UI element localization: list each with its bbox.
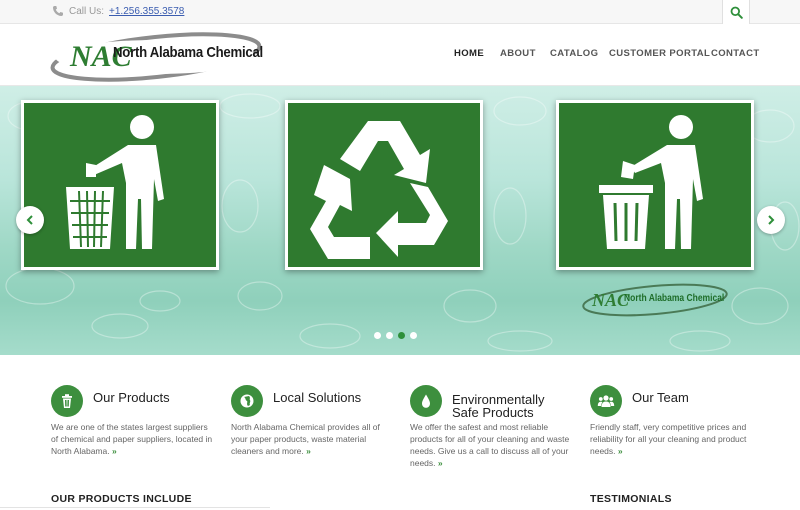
drop-icon <box>410 385 442 417</box>
products-heading: OUR PRODUCTS INCLUDE <box>51 493 192 505</box>
slider-dot-2[interactable] <box>386 332 393 339</box>
chevron-left-icon <box>26 215 33 225</box>
call-us: Call Us: +1.256.355.3578 <box>52 5 184 17</box>
feature-description: North Alabama Chemical provides all of y… <box>231 422 380 456</box>
section-divider <box>0 507 270 508</box>
search-icon <box>730 6 743 19</box>
feature-description: Friendly staff, very competitive prices … <box>590 422 747 456</box>
feature-description: We are one of the states largest supplie… <box>51 422 213 456</box>
feature-title: Our Team <box>632 390 689 405</box>
call-us-label: Call Us: <box>69 5 105 17</box>
feature-title: Environmentally Safe Products <box>452 392 545 420</box>
phone-link[interactable]: +1.256.355.3578 <box>109 6 184 17</box>
brand-name: North Alabama Chemical <box>113 44 263 61</box>
slide-panel-recycle <box>285 100 483 270</box>
phone-icon <box>53 6 63 16</box>
person-trash-basket-icon <box>66 115 164 249</box>
site-header: NAC North Alabama Chemical HOME ABOUT CA… <box>0 24 800 86</box>
person-trash-can-icon <box>599 115 703 249</box>
slider-next-button[interactable] <box>757 206 785 234</box>
nav-catalog[interactable]: CATALOG <box>550 48 598 59</box>
feature-description: We offer the safest and most reliable pr… <box>410 422 570 468</box>
hero-slider: NAC North Alabama Chemical <box>0 86 800 355</box>
team-icon <box>590 385 622 417</box>
nav-contact[interactable]: CONTACT <box>711 48 760 59</box>
globe-icon <box>231 385 263 417</box>
search-button[interactable] <box>722 0 750 24</box>
slider-dot-4[interactable] <box>410 332 417 339</box>
slider-prev-button[interactable] <box>16 206 44 234</box>
slider-watermark-text: North Alabama Chemical <box>624 293 725 304</box>
feature-title: Our Products <box>93 390 170 405</box>
nav-about[interactable]: ABOUT <box>500 48 536 59</box>
read-more-link[interactable]: » <box>618 446 623 456</box>
recycle-icon <box>310 121 448 259</box>
feature-title: Local Solutions <box>273 390 362 405</box>
read-more-link[interactable]: » <box>112 446 117 456</box>
slider-pagination <box>374 332 417 339</box>
read-more-link[interactable]: » <box>438 458 443 468</box>
nav-home[interactable]: HOME <box>454 48 484 59</box>
slide-panel-trash-basket <box>21 100 219 270</box>
slider-dot-1[interactable] <box>374 332 381 339</box>
nav-customer-portal[interactable]: CUSTOMER PORTAL <box>609 48 710 59</box>
trash-icon <box>51 385 83 417</box>
chevron-right-icon <box>768 215 775 225</box>
read-more-link[interactable]: » <box>306 446 311 456</box>
slide-panel-trash-can <box>556 100 754 270</box>
slider-dot-3[interactable] <box>398 332 405 339</box>
testimonials-heading: TESTIMONIALS <box>590 493 672 505</box>
top-bar: Call Us: +1.256.355.3578 <box>0 0 800 24</box>
